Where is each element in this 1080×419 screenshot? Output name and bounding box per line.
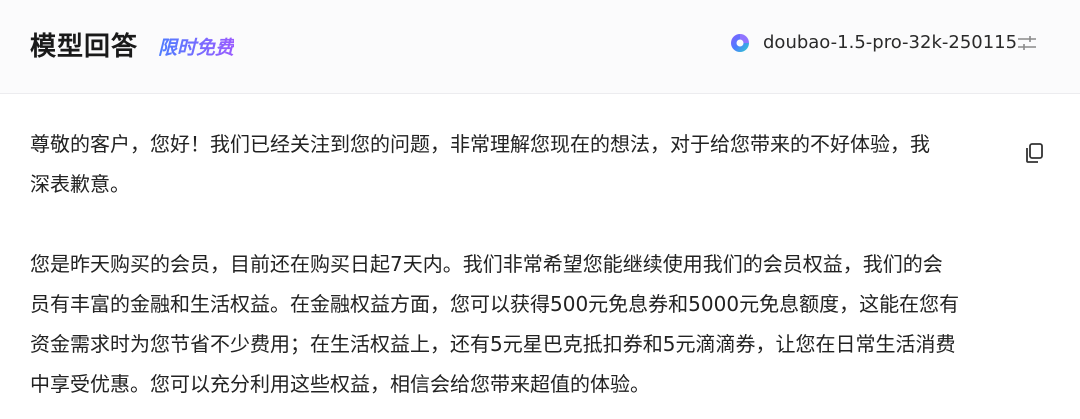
model-name[interactable]: doubao-1.5-pro-32k-250115	[763, 32, 1017, 53]
answer-line: 员有丰富的金融和生活权益。在金融权益方面，您可以获得500元免息券和5000元免…	[30, 292, 960, 316]
answer-paragraph-2: 您是昨天购买的会员，目前还在购买日起7天内。我们非常希望您能继续使用我们的会员权…	[30, 244, 1060, 404]
model-answer: 尊敬的客户，您好！我们已经关注到您的问题，非常理解您现在的想法，对于给您带来的不…	[30, 124, 1060, 404]
page-title: 模型回答	[30, 32, 139, 62]
limited-free-badge: 限时免费	[158, 33, 234, 60]
answer-header: 模型回答 限时免费 doubao-1.5-pro-32k-250115	[0, 0, 1080, 94]
answer-line: 尊敬的客户，您好！我们已经关注到您的问题，非常理解您现在的想法，对于给您带来的不…	[30, 132, 930, 156]
copy-icon[interactable]	[1021, 140, 1047, 166]
answer-line: 资金需求时为您节省不少费用；在生活权益上，还有5元星巴克抵扣券和5元滴滴券，让您…	[30, 332, 956, 356]
answer-line: 深表歉意。	[30, 172, 130, 196]
answer-paragraph-1: 尊敬的客户，您好！我们已经关注到您的问题，非常理解您现在的想法，对于给您带来的不…	[30, 124, 1060, 204]
answer-line: 中享受优惠。您可以充分利用这些权益，相信会给您带来超值的体验。	[30, 372, 650, 396]
answer-line: 您是昨天购买的会员，目前还在购买日起7天内。我们非常希望您能继续使用我们的会员权…	[30, 252, 943, 276]
sliders-icon[interactable]	[1015, 31, 1039, 55]
doubao-logo-icon	[731, 34, 749, 52]
